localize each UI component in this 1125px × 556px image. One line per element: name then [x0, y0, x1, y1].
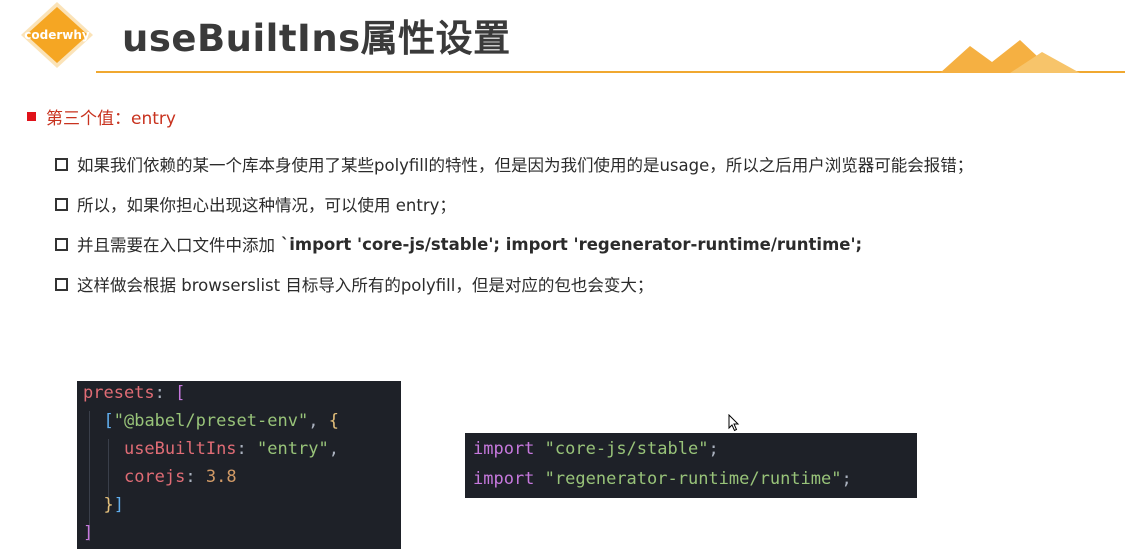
code-line: ]	[83, 523, 94, 543]
section-heading: 第三个值：entry	[27, 104, 176, 129]
code-line: useBuiltIns: "entry",	[123, 439, 339, 459]
mountains-decoration	[940, 40, 1080, 73]
babel-config-code-block: presets: [ ["@babel/preset-env", { useBu…	[77, 381, 401, 549]
bullet-text: 并且需要在入口文件中添加	[77, 236, 275, 255]
hollow-square-bullet-icon	[55, 197, 68, 211]
bullet-code: `import 'core-js/stable'; import 'regene…	[281, 234, 863, 254]
list-item: 如果我们依赖的某一个库本身使用了某些polyfill的特性，但是因为我们使用的是…	[55, 144, 973, 184]
section-heading-text: 第三个值：entry	[46, 109, 176, 129]
bullet-text: 这样做会根据 browserslist 目标导入所有的polyfill，但是对应…	[77, 276, 654, 295]
coderwhy-logo: coderwhy	[18, 0, 96, 70]
list-item: 并且需要在入口文件中添加 `import 'core-js/stable'; i…	[55, 224, 973, 264]
code-line: }]	[103, 495, 124, 515]
hollow-square-bullet-icon	[55, 237, 68, 251]
list-item: 这样做会根据 browserslist 目标导入所有的polyfill，但是对应…	[55, 264, 973, 304]
bullet-text: 所以，如果你担心出现这种情况，可以使用 entry；	[77, 196, 456, 215]
hollow-square-bullet-icon	[55, 277, 68, 291]
bullet-list: 如果我们依赖的某一个库本身使用了某些polyfill的特性，但是因为我们使用的是…	[55, 144, 973, 304]
code-line: import "core-js/stable";	[473, 439, 719, 459]
code-line: corejs: 3.8	[123, 467, 237, 487]
list-item: 所以，如果你担心出现这种情况，可以使用 entry；	[55, 184, 973, 224]
logo-text: coderwhy	[24, 28, 90, 42]
bullet-text: 如果我们依赖的某一个库本身使用了某些polyfill的特性，但是因为我们使用的是…	[77, 156, 974, 175]
code-line: ["@babel/preset-env", {	[103, 411, 339, 431]
hollow-square-bullet-icon	[55, 157, 68, 171]
import-code-block: import "core-js/stable"; import "regener…	[465, 433, 917, 498]
mouse-cursor-icon	[728, 414, 740, 432]
page-title: useBuiltIns属性设置	[122, 17, 511, 60]
red-square-bullet-icon	[27, 112, 36, 121]
code-line: presets: [	[83, 383, 186, 403]
code-line: import "regenerator-runtime/runtime";	[473, 469, 852, 489]
